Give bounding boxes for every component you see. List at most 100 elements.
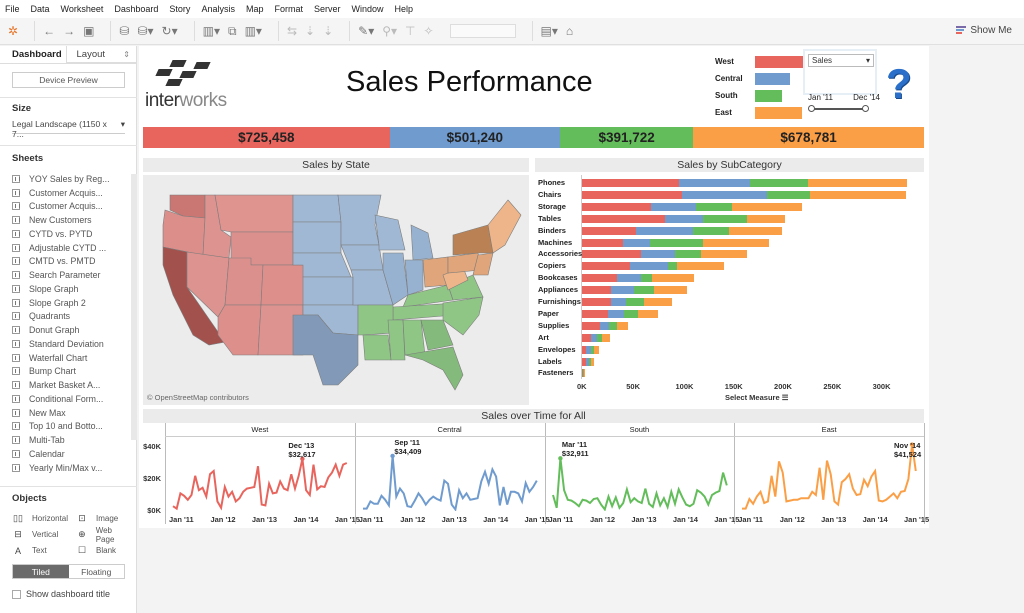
new-datasource-icon[interactable]: ⛁: [119, 25, 129, 37]
legend-item-east[interactable]: East: [715, 104, 805, 121]
forward-icon[interactable]: →: [63, 25, 75, 37]
menu-window[interactable]: Window: [352, 4, 384, 14]
sort-ascending-icon[interactable]: ⇣: [305, 25, 315, 37]
bar-segment-east[interactable]: [653, 286, 688, 295]
bar-segment-east[interactable]: [601, 333, 610, 342]
bar-segment-west[interactable]: [582, 238, 624, 247]
sheet-item[interactable]: Conditional Form...: [12, 392, 130, 406]
sales-line-south[interactable]: [551, 458, 728, 511]
bar-segment-central[interactable]: [610, 286, 635, 295]
bar-segment-south[interactable]: [766, 190, 811, 199]
bar-segment-central[interactable]: [607, 309, 625, 318]
highlight-icon[interactable]: ✎▾: [358, 25, 374, 37]
bar-segment-east[interactable]: [590, 357, 594, 366]
menu-help[interactable]: Help: [395, 4, 414, 14]
bar-segment-south[interactable]: [703, 214, 747, 223]
tiled-button[interactable]: Tiled: [13, 565, 69, 578]
bar-segment-east[interactable]: [617, 321, 629, 330]
object-horizontal[interactable]: ▯▯ Horizontal: [12, 512, 76, 525]
sheets-scrollbar[interactable]: [131, 174, 137, 440]
refresh-icon[interactable]: ↻▾: [162, 25, 178, 37]
sheet-item[interactable]: Market Basket A...: [12, 378, 130, 392]
pause-datasource-icon[interactable]: ⛁▾: [137, 25, 153, 37]
sheet-item[interactable]: Yearly Min/Max v...: [12, 461, 130, 475]
show-cards-icon[interactable]: ▤▾: [541, 25, 558, 37]
legend-item-south[interactable]: South: [715, 87, 805, 104]
sheet-item[interactable]: Search Parameter: [12, 268, 130, 282]
bar-segment-south[interactable]: [750, 179, 808, 187]
bar-segment-central[interactable]: [630, 262, 668, 271]
kpi-east[interactable]: $678,781: [693, 127, 924, 148]
duplicate-sheet-icon[interactable]: ⧉: [228, 25, 237, 37]
sales-line-east[interactable]: [742, 444, 918, 510]
bar-segment-central[interactable]: [610, 298, 627, 306]
object-text[interactable]: A Text: [12, 544, 76, 557]
bar-segment-west[interactable]: [582, 298, 611, 306]
object-blank[interactable]: ☐ Blank: [76, 544, 132, 557]
sheet-item[interactable]: Top 10 and Botto...: [12, 420, 130, 434]
clear-sheet-icon[interactable]: ▥▾: [245, 25, 262, 37]
tab-dashboard[interactable]: Dashboard: [0, 46, 66, 63]
sheet-item[interactable]: Bump Chart: [12, 365, 130, 379]
sort-icon[interactable]: ☰: [782, 393, 789, 402]
bar-segment-central[interactable]: [636, 226, 693, 235]
show-dashboard-title[interactable]: Show dashboard title: [12, 589, 110, 599]
bar-segment-south[interactable]: [667, 262, 677, 271]
bar-segment-central[interactable]: [678, 179, 751, 187]
tableau-logo-icon[interactable]: ✲: [8, 25, 18, 37]
bar-segment-south[interactable]: [696, 202, 732, 211]
show-me-button[interactable]: Show Me: [956, 25, 1012, 36]
bar-segment-central[interactable]: [641, 250, 675, 259]
bar-segment-south[interactable]: [641, 274, 652, 283]
menu-story[interactable]: Story: [169, 4, 190, 14]
menu-format[interactable]: Format: [274, 4, 303, 14]
label-icon[interactable]: ⊤: [405, 25, 415, 37]
sheet-item[interactable]: YOY Sales by Reg...: [12, 172, 130, 186]
sort-descending-icon[interactable]: ⇣: [323, 25, 333, 37]
device-preview-button[interactable]: Device Preview: [12, 72, 125, 88]
bar-segment-east[interactable]: [701, 250, 747, 259]
sheet-item[interactable]: Multi-Tab: [12, 433, 130, 447]
bar-segment-east[interactable]: [583, 369, 585, 378]
new-worksheet-icon[interactable]: ▥▾: [203, 25, 220, 37]
bar-segment-east[interactable]: [676, 262, 724, 271]
swap-icon[interactable]: ⇆: [287, 25, 297, 37]
bar-segment-central[interactable]: [623, 238, 650, 247]
sheet-item[interactable]: Donut Graph: [12, 323, 130, 337]
bar-segment-central[interactable]: [599, 321, 609, 330]
bar-segment-west[interactable]: [582, 202, 651, 211]
help-icon[interactable]: ?: [886, 60, 912, 108]
bar-segment-south[interactable]: [649, 238, 704, 247]
bar-segment-south[interactable]: [624, 309, 639, 318]
group-icon[interactable]: ⚲▾: [382, 25, 397, 37]
bar-segment-central[interactable]: [617, 274, 642, 283]
menu-file[interactable]: File: [5, 4, 20, 14]
sales-line-west[interactable]: [172, 458, 348, 511]
bar-segment-south[interactable]: [674, 250, 702, 259]
bar-segment-central[interactable]: [650, 202, 697, 211]
bar-segment-central[interactable]: [682, 190, 767, 199]
bar-segment-west[interactable]: [582, 179, 679, 187]
bar-segment-south[interactable]: [634, 286, 654, 295]
save-icon[interactable]: ▣: [83, 25, 94, 37]
measure-select[interactable]: Sales ▾: [808, 54, 874, 67]
date-slider[interactable]: [808, 105, 869, 112]
sheet-item[interactable]: Slope Graph: [12, 282, 130, 296]
sheet-item[interactable]: Waterfall Chart: [12, 351, 130, 365]
bar-segment-west[interactable]: [582, 250, 642, 259]
back-icon[interactable]: ←: [43, 25, 55, 37]
object-vertical[interactable]: ⊟ Vertical: [12, 528, 76, 541]
bar-segment-east[interactable]: [703, 238, 770, 247]
bar-segment-west[interactable]: [582, 286, 611, 295]
object-image[interactable]: ⊡ Image: [76, 512, 132, 525]
fit-select[interactable]: [449, 24, 516, 38]
bar-segment-east[interactable]: [807, 179, 908, 187]
bar-segment-east[interactable]: [746, 214, 785, 223]
sheet-item[interactable]: New Customers: [12, 213, 130, 227]
sheet-item[interactable]: New Max: [12, 406, 130, 420]
sales-line-central[interactable]: [362, 455, 538, 511]
bar-segment-south[interactable]: [626, 298, 645, 306]
tab-layout[interactable]: Layout ⇕: [65, 46, 136, 63]
sheet-item[interactable]: Adjustable CYTD ...: [12, 241, 130, 255]
menu-server[interactable]: Server: [314, 4, 341, 14]
